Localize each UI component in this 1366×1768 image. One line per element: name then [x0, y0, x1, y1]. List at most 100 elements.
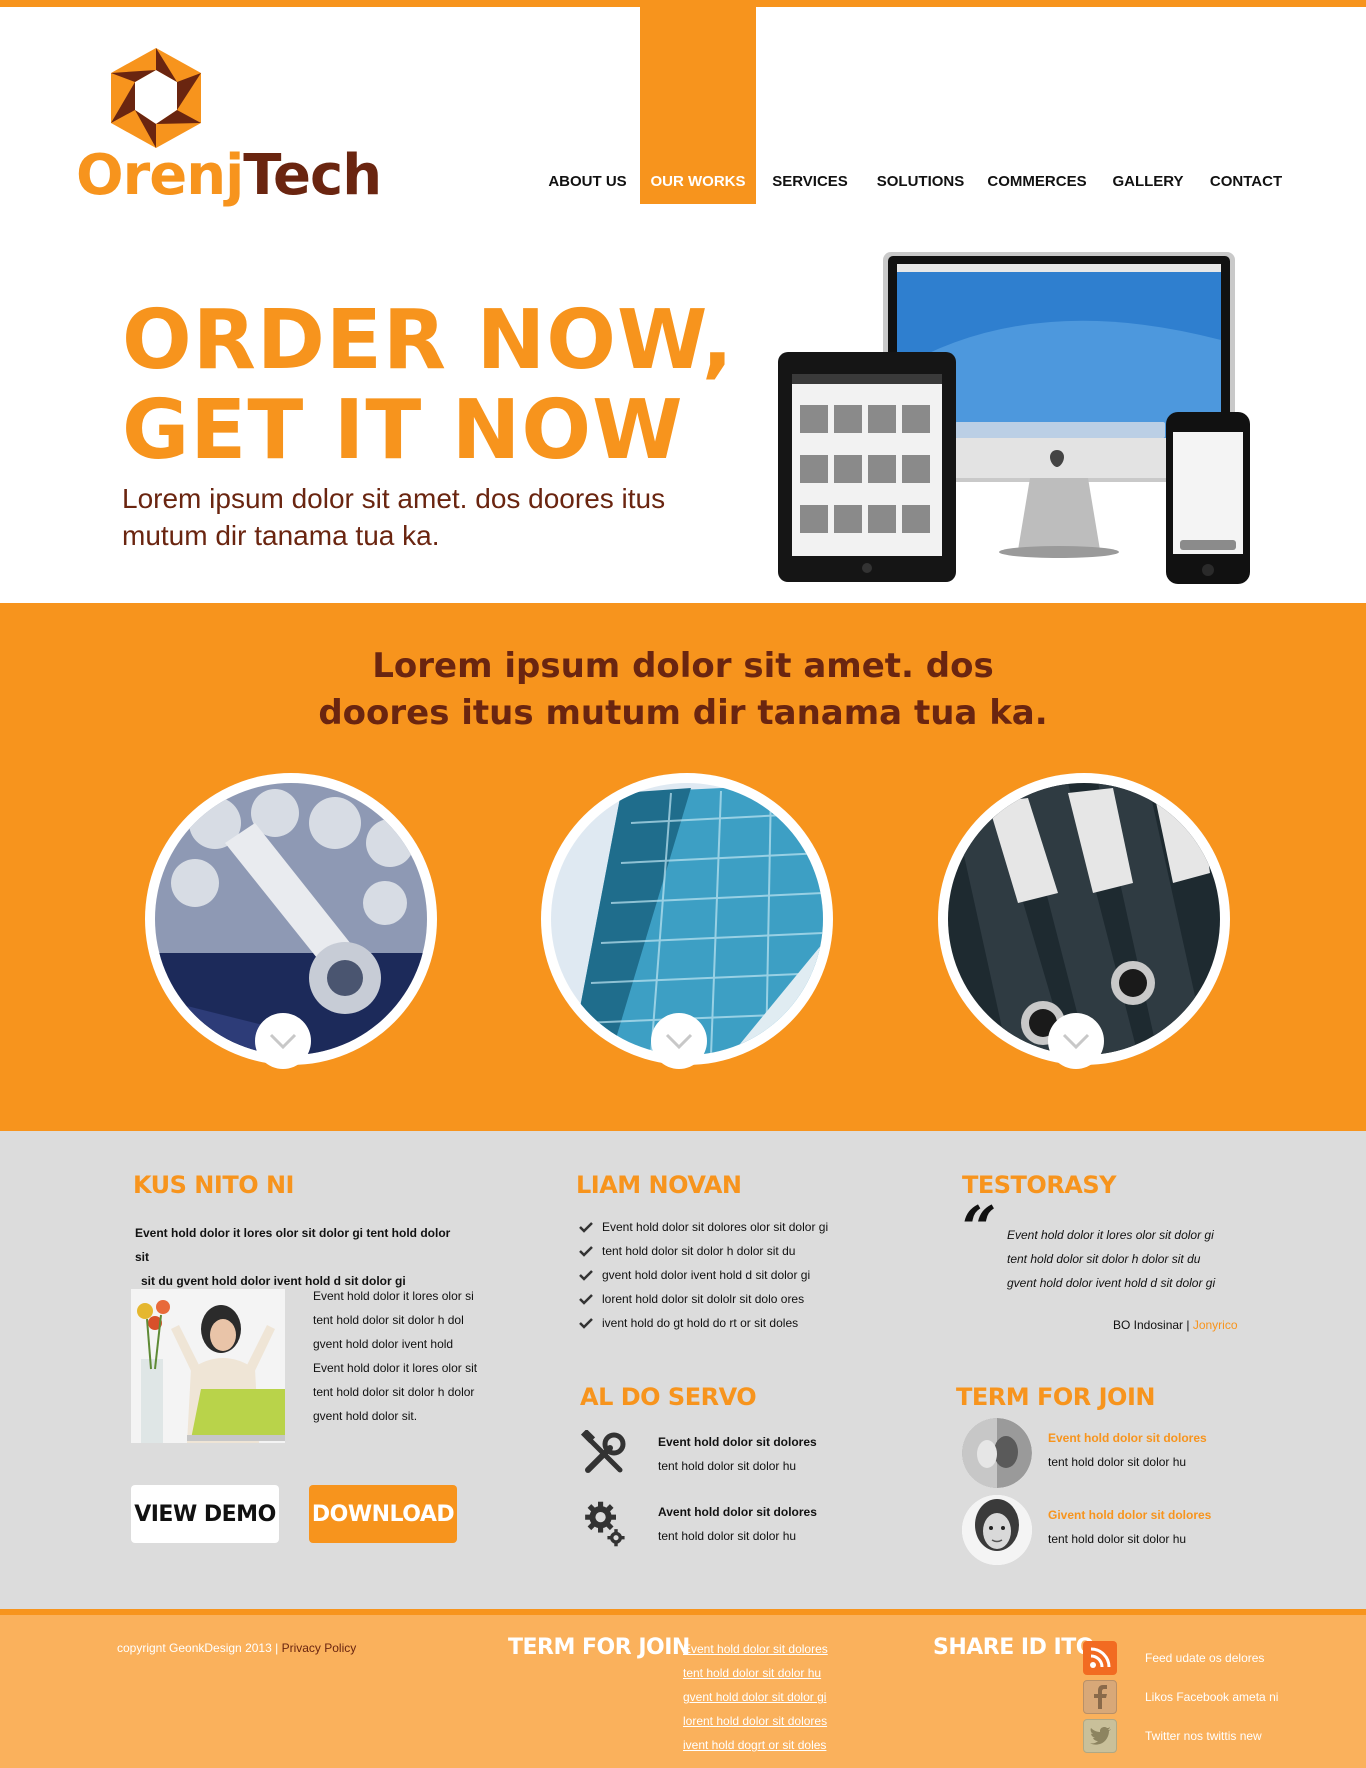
- service-title: Avent hold dolor sit dolores: [658, 1505, 817, 1519]
- content-section: KUS NITO NI Event hold dolor it lores ol…: [0, 1131, 1366, 1609]
- share-heading: SHARE ID ITO: [933, 1635, 1094, 1660]
- list-item: tent hold dolor sit dolor h dolor sit du: [578, 1239, 878, 1263]
- member-title: Givent hold dolor sit dolores: [1048, 1508, 1212, 1522]
- feature-circle-binders[interactable]: [938, 773, 1230, 1069]
- checkmark-icon: [579, 1246, 593, 1257]
- checkmark-icon: [579, 1294, 593, 1305]
- liam-novan-heading: LIAM NOVAN: [576, 1171, 742, 1199]
- woman-laptop-photo: [131, 1289, 285, 1443]
- view-demo-button[interactable]: VIEW DEMO: [131, 1485, 279, 1543]
- nav-about-us[interactable]: ABOUT US: [540, 7, 635, 204]
- download-button[interactable]: DOWNLOAD: [309, 1485, 457, 1543]
- share-rss-label: Feed udate os delores: [1145, 1651, 1265, 1665]
- feature-circle-building[interactable]: [541, 773, 833, 1069]
- service-title: Event hold dolor sit dolores: [658, 1435, 817, 1449]
- logo[interactable]: OrenjTech: [76, 48, 382, 218]
- privacy-policy-link[interactable]: Privacy Policy: [282, 1641, 357, 1655]
- copyright: copyrignt GeonkDesign 2013 | Privacy Pol…: [117, 1641, 356, 1655]
- hero-title-line2: GET IT NOW: [122, 383, 684, 478]
- nav-services[interactable]: SERVICES: [756, 7, 864, 204]
- col1-body-line: Event hold dolor it lores olor sit: [313, 1361, 478, 1375]
- col1-lead-text: Event hold dolor it lores olor sit dolor…: [135, 1221, 465, 1293]
- list-item: ivent hold do gt hold do rt or sit doles: [578, 1311, 878, 1335]
- rss-icon: [1083, 1641, 1117, 1675]
- chevron-down-icon: [665, 1033, 693, 1050]
- main-nav: ABOUT US OUR WORKS SERVICES SOLUTIONS CO…: [540, 7, 1293, 204]
- facebook-icon: [1083, 1680, 1117, 1714]
- share-facebook[interactable]: Likos Facebook ameta ni: [1083, 1680, 1363, 1714]
- checkmark-icon: [579, 1270, 593, 1281]
- nav-our-works[interactable]: OUR WORKS: [640, 7, 756, 204]
- band-heading-line2: doores itus mutum dir tanama tua ka.: [318, 693, 1048, 733]
- share-rss[interactable]: Feed udate os delores: [1083, 1641, 1363, 1675]
- col1-body-line: Event hold dolor it lores olor si: [313, 1289, 474, 1303]
- footer-link[interactable]: Event hold dolor sit dolores: [683, 1637, 828, 1661]
- col1-body-line: gvent hold dolor ivent hold: [313, 1337, 454, 1351]
- member-item[interactable]: Givent hold dolor sit dolores tent hold …: [962, 1495, 1262, 1567]
- member-text: Givent hold dolor sit dolores tent hold …: [1048, 1503, 1211, 1551]
- kus-nito-ni-heading: KUS NITO NI: [133, 1171, 294, 1199]
- feature-band: Lorem ipsum dolor sit amet. dos doores i…: [0, 603, 1366, 1131]
- member-desc: tent hold dolor sit dolor hu: [1048, 1455, 1187, 1469]
- quote-author-link[interactable]: Jonyrico: [1193, 1318, 1238, 1332]
- nav-commerces[interactable]: COMMERCES: [977, 7, 1097, 204]
- col1-body: Event hold dolor it lores olor si tent h…: [313, 1284, 483, 1428]
- col1-body-line: tent hold dolor sit dolor h dol: [313, 1313, 464, 1327]
- band-heading: Lorem ipsum dolor sit amet. dos doores i…: [0, 643, 1366, 737]
- hero-title: ORDER NOW, GET IT NOW: [122, 296, 734, 476]
- member-title: Event hold dolor sit dolores: [1048, 1431, 1207, 1445]
- service-item: Avent hold dolor sit dolores tent hold d…: [580, 1500, 880, 1560]
- quote-source: BO Indosinar |: [1113, 1318, 1193, 1332]
- share-twitter[interactable]: Twitter nos twittis new: [1083, 1719, 1363, 1753]
- checkmark-icon: [579, 1318, 593, 1329]
- member-desc: tent hold dolor sit dolor hu: [1048, 1532, 1187, 1546]
- service-item: Event hold dolor sit dolores tent hold d…: [580, 1430, 880, 1490]
- share-twitter-label: Twitter nos twittis new: [1145, 1729, 1262, 1743]
- term-for-join-heading: TERM FOR JOIN: [956, 1383, 1155, 1411]
- list-item-text: gvent hold dolor ivent hold d sit dolor …: [602, 1268, 811, 1282]
- gears-icon: [585, 1501, 625, 1547]
- avatar: [962, 1495, 1032, 1565]
- list-item-text: ivent hold do gt hold do rt or sit doles: [602, 1316, 799, 1330]
- col1-body-line: tent hold dolor sit dolor h dolor: [313, 1385, 475, 1399]
- footer-link[interactable]: gvent hold dolor sit dolor gi: [683, 1685, 828, 1709]
- hero-title-line1: ORDER NOW,: [122, 293, 734, 388]
- avatar: [962, 1418, 1032, 1488]
- quote-line: gvent hold dolor ivent hold d sit dolor …: [1007, 1276, 1216, 1290]
- footer: copyrignt GeonkDesign 2013 | Privacy Pol…: [0, 1615, 1366, 1768]
- service-text: Avent hold dolor sit dolores tent hold d…: [658, 1500, 817, 1548]
- col1-body-line: gvent hold dolor sit.: [313, 1409, 418, 1423]
- liam-novan-checklist: Event hold dolor sit dolores olor sit do…: [578, 1215, 878, 1335]
- nav-contact[interactable]: CONTACT: [1199, 7, 1293, 204]
- logo-text: OrenjTech: [76, 148, 382, 204]
- list-item: Event hold dolor sit dolores olor sit do…: [578, 1215, 878, 1239]
- footer-link[interactable]: ivent hold dogrt or sit doles: [683, 1733, 828, 1757]
- share-facebook-label: Likos Facebook ameta ni: [1145, 1690, 1279, 1704]
- testimonial-author: BO Indosinar | Jonyrico: [1113, 1318, 1238, 1332]
- nav-gallery[interactable]: GALLERY: [1097, 7, 1199, 204]
- band-heading-line1: Lorem ipsum dolor sit amet. dos: [372, 646, 994, 686]
- chevron-down-button[interactable]: [1048, 1013, 1104, 1069]
- hero-subtitle: Lorem ipsum dolor sit amet. dos doores i…: [122, 483, 666, 551]
- footer-link[interactable]: tent hold dolor sit dolor hu: [683, 1661, 828, 1685]
- tools-icon: [580, 1430, 626, 1473]
- list-item-text: lorent hold dolor sit dololr sit dolo or…: [602, 1292, 805, 1306]
- logo-text-tech: Tech: [243, 143, 382, 208]
- nav-solutions[interactable]: SOLUTIONS: [864, 7, 977, 204]
- chevron-down-button[interactable]: [651, 1013, 707, 1069]
- devices-illustration: [778, 252, 1250, 584]
- member-item[interactable]: Event hold dolor sit dolores tent hold d…: [962, 1418, 1262, 1490]
- footer-term-for-join-heading: TERM FOR JOIN: [508, 1635, 690, 1660]
- quote-line: tent hold dolor sit dolor h dolor sit du: [1007, 1252, 1201, 1266]
- list-item-text: Event hold dolor sit dolores olor sit do…: [602, 1220, 829, 1234]
- footer-link[interactable]: lorent hold dolor sit dolores: [683, 1709, 828, 1733]
- member-text: Event hold dolor sit dolores tent hold d…: [1048, 1426, 1207, 1474]
- logo-text-orenj: Orenj: [76, 143, 244, 208]
- chevron-down-icon: [269, 1033, 297, 1050]
- chevron-down-icon: [1062, 1033, 1090, 1050]
- chevron-down-button[interactable]: [255, 1013, 311, 1069]
- checkmark-icon: [579, 1222, 593, 1233]
- quote-icon: “: [962, 1194, 997, 1264]
- feature-circle-tools[interactable]: [145, 773, 437, 1069]
- top-accent-bar: [0, 0, 1366, 7]
